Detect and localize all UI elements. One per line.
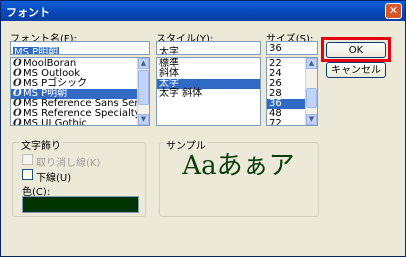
size-value: 36 [269, 43, 282, 54]
size-input[interactable]: 36 [266, 41, 318, 55]
font-dialog: フォント ✕ フォント名(F): MS P明朝 OMoolBoran OMS Ou… [0, 0, 406, 257]
font-list-item[interactable]: OMS UI Gothic [11, 119, 149, 126]
font-list-scrollbar[interactable]: ▲ ▼ [137, 58, 149, 125]
scroll-thumb[interactable] [138, 70, 149, 105]
size-list[interactable]: 22 24 26 28 36 48 72 ▲ ▼ [266, 57, 318, 126]
style-list[interactable]: 標準 斜体 太字 太字 斜体 [156, 57, 261, 126]
strikeout-checkbox[interactable] [22, 154, 33, 165]
style-input[interactable]: 太字 [156, 41, 261, 55]
color-dropdown[interactable] [22, 196, 139, 213]
opentype-font-icon: O [13, 118, 22, 126]
style-list-item[interactable]: 太字 斜体 [157, 89, 260, 99]
underline-checkbox[interactable] [22, 169, 33, 180]
size-list-scrollbar[interactable]: ▲ ▼ [305, 58, 317, 125]
strikeout-label: 取り消し線(K) [36, 158, 101, 169]
window-title: フォント [6, 6, 50, 19]
scroll-down-arrow-icon[interactable]: ▼ [138, 114, 149, 125]
font-item-label: MS UI Gothic [23, 118, 88, 126]
ok-button[interactable]: OK [326, 42, 386, 58]
effects-label: 文字飾り [19, 137, 63, 152]
underline-label: 下線(U) [36, 173, 72, 184]
scroll-thumb[interactable] [306, 88, 317, 108]
font-name-value: MS P明朝 [13, 47, 60, 54]
title-bar[interactable]: フォント ✕ [1, 1, 405, 21]
close-icon[interactable]: ✕ [385, 3, 402, 19]
scroll-up-arrow-icon[interactable]: ▲ [306, 58, 317, 69]
cancel-button[interactable]: キャンセル [326, 62, 386, 78]
scroll-down-arrow-icon[interactable]: ▼ [306, 114, 317, 125]
font-name-list[interactable]: OMoolBoran OMS Outlook OMS Pゴシック OMS P明朝 OMS… [10, 57, 150, 126]
sample-preview-text: Aaあぁア [166, 150, 311, 182]
scroll-up-arrow-icon[interactable]: ▲ [138, 58, 149, 69]
font-name-input[interactable]: MS P明朝 [10, 41, 150, 55]
style-value: 太字 [159, 47, 179, 55]
